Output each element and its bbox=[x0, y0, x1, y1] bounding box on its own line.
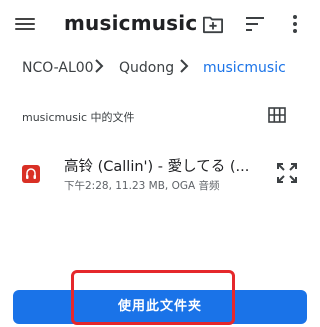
expand-icon[interactable] bbox=[276, 162, 298, 184]
highlight-annotation bbox=[71, 270, 235, 325]
breadcrumb-item-device[interactable]: NCO-AL00 bbox=[22, 60, 94, 76]
chevron-right-icon bbox=[180, 59, 189, 73]
section-header: musicmusic 中的文件 bbox=[22, 111, 135, 124]
new-folder-icon[interactable] bbox=[202, 14, 224, 34]
breadcrumb-item-qudong[interactable]: Qudong bbox=[119, 60, 174, 76]
breadcrumb: NCO-AL00 Qudong musicmusic bbox=[0, 56, 320, 80]
grid-view-icon[interactable] bbox=[268, 106, 286, 124]
file-meta: 下午2:28, 11.23 MB, OGA 音频 bbox=[64, 180, 220, 192]
chevron-right-icon bbox=[95, 59, 104, 73]
more-vert-icon[interactable] bbox=[288, 14, 302, 34]
file-name: 高铃 (Callin') - 愛してる (... bbox=[64, 159, 250, 175]
sort-icon[interactable] bbox=[246, 16, 264, 32]
breadcrumb-item-current[interactable]: musicmusic bbox=[203, 60, 286, 76]
audio-file-icon bbox=[22, 165, 40, 183]
page-title: musicmusic bbox=[64, 11, 198, 35]
menu-icon[interactable] bbox=[14, 15, 36, 35]
list-item[interactable]: 高铃 (Callin') - 愛してる (... 下午2:28, 11.23 M… bbox=[0, 146, 320, 198]
app-bar: musicmusic bbox=[0, 0, 320, 50]
